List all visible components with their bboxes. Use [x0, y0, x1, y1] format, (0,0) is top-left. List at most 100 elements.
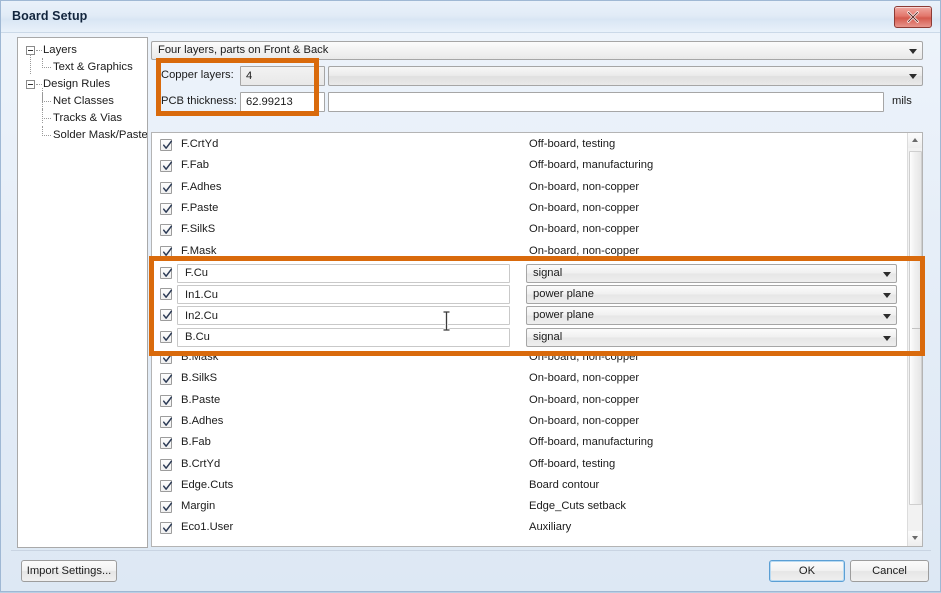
layer-row[interactable]: B.Mask On-board, non-copper: [152, 348, 908, 369]
import-settings-button[interactable]: Import Settings...: [21, 560, 117, 582]
layer-name-input[interactable]: In2.Cu: [177, 306, 510, 326]
layer-row[interactable]: F.CrtYd Off-board, testing: [152, 135, 908, 156]
layer-row[interactable]: F.Fab Off-board, manufacturing: [152, 156, 908, 177]
layer-name-label: B.SilkS: [181, 372, 218, 385]
layer-enabled-checkbox[interactable]: [160, 266, 173, 279]
layer-enabled-checkbox[interactable]: [160, 160, 173, 173]
layer-name-label: B.CrtYd: [181, 457, 221, 470]
sidebar-item-net-classes[interactable]: Net Classes: [18, 92, 147, 110]
layer-enabled-checkbox[interactable]: [160, 288, 173, 301]
layer-row[interactable]: F.Mask On-board, non-copper: [152, 242, 908, 263]
layer-name-input[interactable]: F.Cu: [177, 263, 510, 283]
sidebar-item-layers[interactable]: Layers: [18, 42, 147, 59]
layer-row[interactable]: In2.Cu power plane: [152, 305, 908, 326]
layers-scrollbar[interactable]: [907, 133, 922, 546]
window-title: Board Setup: [12, 9, 88, 23]
sidebar-item-tracks-vias[interactable]: Tracks & Vias: [18, 109, 147, 127]
layer-enabled-checkbox[interactable]: [160, 394, 173, 407]
close-icon[interactable]: [894, 6, 932, 28]
layer-description: On-board, non-copper: [529, 351, 640, 363]
layer-enabled-checkbox[interactable]: [160, 202, 173, 215]
layer-enabled-checkbox[interactable]: [160, 479, 173, 492]
scroll-up-arrow-icon[interactable]: [908, 133, 922, 148]
layers-pane: Four layers, parts on Front & Back Coppe…: [151, 36, 929, 548]
layer-name-text: In2.Cu: [185, 309, 218, 322]
scrollbar-thumb[interactable]: [909, 151, 922, 505]
layer-description: On-board, non-copper: [529, 201, 640, 214]
layer-type-value: power plane: [533, 309, 594, 322]
layer-name-text: F.Cu: [185, 267, 209, 280]
sidebar-item-text-graphics[interactable]: Text & Graphics: [18, 58, 147, 76]
layer-name-text: B.Cu: [185, 331, 210, 344]
layer-type-dropdown[interactable]: power plane: [526, 306, 897, 326]
layer-enabled-checkbox[interactable]: [160, 415, 173, 428]
layer-enabled-checkbox[interactable]: [160, 181, 173, 194]
tree-connector: [42, 58, 51, 68]
layer-row[interactable]: F.SilkS On-board, non-copper: [152, 220, 908, 241]
sidebar-item-label: Net Classes: [53, 95, 114, 107]
layer-enabled-checkbox[interactable]: [160, 501, 173, 514]
layer-name-input[interactable]: B.Cu: [177, 327, 510, 347]
tree-connector: [36, 84, 42, 85]
settings-tree: Layers Text & Graphics Design Rules Net Cla…: [18, 42, 147, 144]
sidebar-item-solder-mask-paste[interactable]: Solder Mask/Paste: [18, 126, 147, 144]
layer-description: On-board, non-copper: [529, 414, 640, 427]
layer-description: On-board, non-copper: [529, 223, 640, 236]
pcb-thickness-extra-field[interactable]: [328, 92, 884, 112]
layer-row[interactable]: Eco1.User Auxiliary: [152, 518, 908, 539]
layer-row[interactable]: B.Adhes On-board, non-copper: [152, 412, 908, 433]
copper-layers-value[interactable]: 4: [240, 66, 325, 86]
layer-row[interactable]: F.Cu signal: [152, 263, 908, 284]
chevron-down-icon: [909, 74, 917, 79]
ok-button[interactable]: OK: [769, 560, 845, 582]
layer-enabled-checkbox[interactable]: [160, 224, 173, 237]
layer-name-label: F.Fab: [181, 159, 209, 172]
tree-connector: [42, 88, 43, 123]
layer-type-dropdown[interactable]: signal: [526, 327, 897, 347]
layer-row[interactable]: Edge.Cuts Board contour: [152, 476, 908, 497]
layer-row[interactable]: F.Adhes On-board, non-copper: [152, 178, 908, 199]
footer-divider: [11, 550, 931, 551]
layer-enabled-checkbox[interactable]: [160, 330, 173, 343]
layer-row[interactable]: B.Paste On-board, non-copper: [152, 391, 908, 412]
layer-row[interactable]: B.SilkS On-board, non-copper: [152, 369, 908, 390]
cancel-button[interactable]: Cancel: [850, 560, 929, 582]
layer-enabled-checkbox[interactable]: [160, 437, 173, 450]
layer-enabled-checkbox[interactable]: [160, 373, 173, 386]
layer-row[interactable]: Margin Edge_Cuts setback: [152, 497, 908, 518]
layer-name-label: B.Paste: [181, 393, 221, 406]
layer-name-label: B.Mask: [181, 351, 219, 363]
copper-layers-row: Copper layers: 4: [151, 66, 923, 86]
layer-description: Auxiliary: [529, 521, 572, 534]
layer-enabled-checkbox[interactable]: [160, 245, 173, 258]
layer-row[interactable]: B.Fab Off-board, manufacturing: [152, 433, 908, 454]
board-preset-dropdown[interactable]: Four layers, parts on Front & Back: [151, 41, 923, 60]
layer-enabled-checkbox[interactable]: [160, 309, 173, 322]
dialog-body: Layers Text & Graphics Design Rules Net Cla…: [1, 33, 941, 593]
pcb-thickness-text: 62.99213: [246, 96, 293, 108]
layer-enabled-checkbox[interactable]: [160, 352, 173, 364]
board-preset-row: Four layers, parts on Front & Back: [151, 41, 923, 60]
layer-name-label: Edge.Cuts: [181, 478, 234, 491]
layer-row[interactable]: F.Paste On-board, non-copper: [152, 199, 908, 220]
layer-name-label: F.Mask: [181, 244, 217, 257]
sidebar-item-design-rules[interactable]: Design Rules: [18, 76, 147, 93]
pcb-thickness-input[interactable]: 62.99213: [240, 92, 325, 112]
layer-name-label: Eco1.User: [181, 521, 234, 534]
layer-row[interactable]: In1.Cu power plane: [152, 284, 908, 305]
layer-enabled-checkbox[interactable]: [160, 458, 173, 471]
sidebar-item-label: Text & Graphics: [53, 61, 133, 73]
layer-name-label: B.Adhes: [181, 414, 224, 427]
board-setup-dialog: Board Setup Layers Text & Graphics Design …: [0, 0, 941, 592]
layer-type-dropdown[interactable]: signal: [526, 263, 897, 283]
tree-expander-icon[interactable]: [26, 80, 35, 89]
scroll-down-arrow-icon[interactable]: [908, 531, 922, 546]
layer-row[interactable]: B.Cu signal: [152, 327, 908, 348]
layer-enabled-checkbox[interactable]: [160, 139, 173, 151]
layer-row[interactable]: B.CrtYd Off-board, testing: [152, 455, 908, 476]
layer-enabled-checkbox[interactable]: [160, 522, 173, 535]
copper-layers-dropdown[interactable]: [328, 66, 923, 86]
layer-name-label: F.SilkS: [181, 223, 216, 236]
layer-type-dropdown[interactable]: power plane: [526, 285, 897, 305]
layer-name-input[interactable]: In1.Cu: [177, 285, 510, 305]
